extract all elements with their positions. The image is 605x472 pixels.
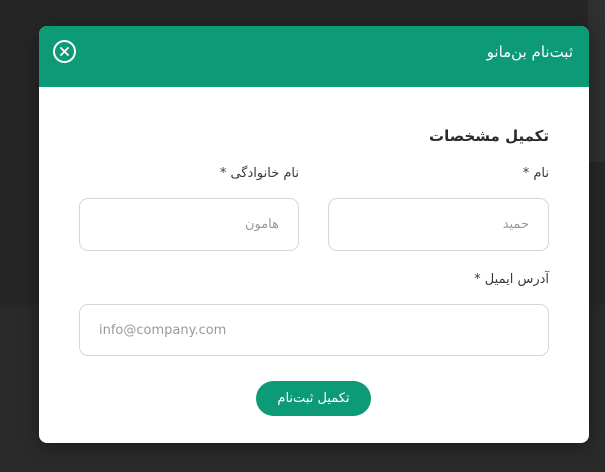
last-name-input[interactable] xyxy=(79,198,299,251)
first-name-input[interactable] xyxy=(328,198,549,251)
close-button[interactable] xyxy=(53,40,76,63)
section-title: تکمیل مشخصات xyxy=(429,127,549,145)
signup-modal: ثبت‌نام بن‌مانو تکمیل مشخصات نام * نام خ… xyxy=(39,26,589,443)
email-label: آدرس ایمیل * xyxy=(474,272,549,287)
email-input[interactable] xyxy=(79,304,549,356)
last-name-label: نام خانوادگی * xyxy=(219,166,299,181)
modal-header: ثبت‌نام بن‌مانو xyxy=(39,26,589,87)
modal-title: ثبت‌نام بن‌مانو xyxy=(486,43,573,61)
close-icon xyxy=(60,47,69,56)
backdrop-panel-edge xyxy=(588,0,605,162)
first-name-label: نام * xyxy=(522,166,549,181)
complete-signup-button[interactable]: تکمیل ثبت‌نام xyxy=(256,381,371,416)
